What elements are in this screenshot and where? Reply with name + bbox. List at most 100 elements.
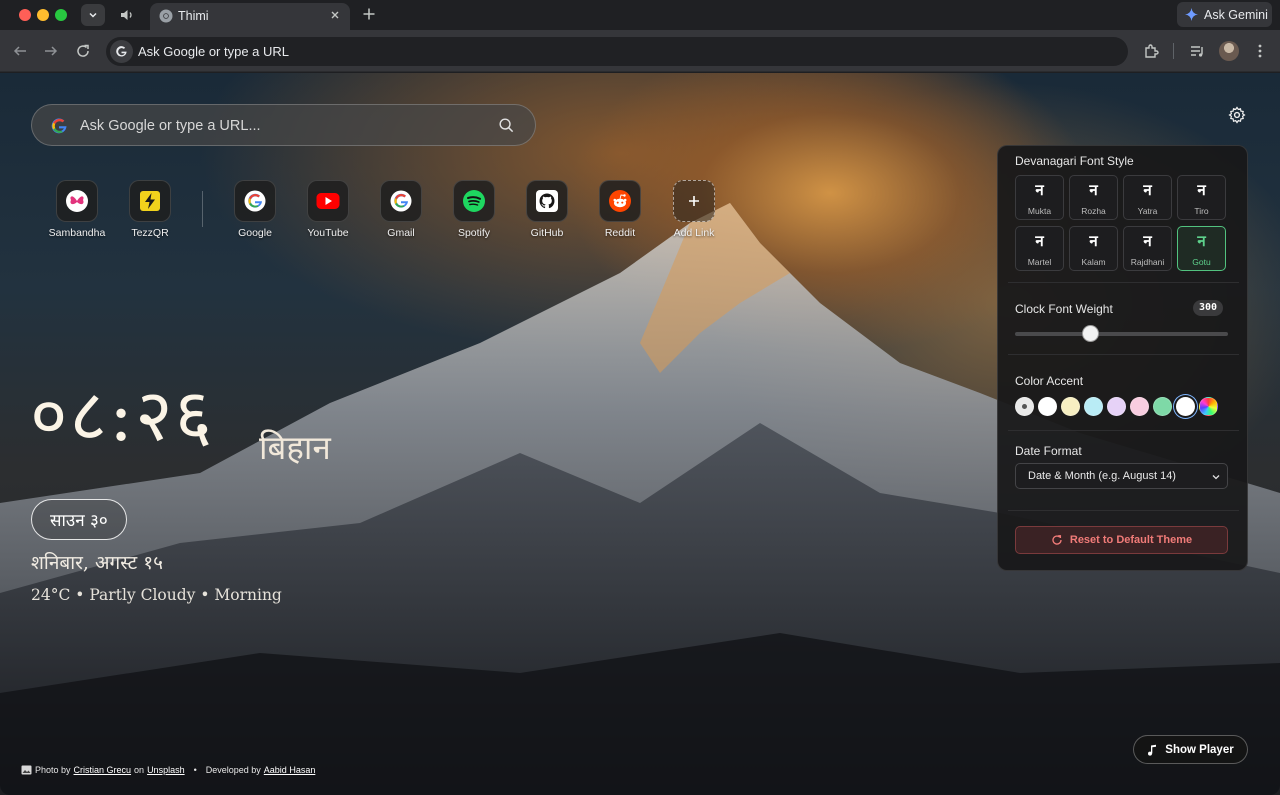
forward-arrow-icon[interactable] [42,42,60,60]
ask-gemini-button[interactable]: Ask Gemini [1177,2,1272,27]
weekday-date: शनिबार, अगस्ट १५ [31,552,163,574]
chevron-down-icon [89,12,97,18]
shortcut-tile [599,180,641,222]
font-name: Rajdhani [1130,257,1165,267]
shortcut-label: Spotify [457,227,491,239]
reset-theme-button[interactable]: Reset to Default Theme [1015,526,1228,554]
media-queue-icon[interactable] [1188,42,1206,60]
shortcut-tile [129,180,171,222]
date-format-heading: Date Format [1015,444,1082,458]
font-name: Tiro [1194,206,1209,216]
reset-theme-label: Reset to Default Theme [1069,534,1193,546]
developer-link[interactable]: Aabid Hasan [264,765,316,775]
font-option-tiro[interactable]: न Tiro [1177,175,1226,220]
more-menu-icon[interactable] [1251,42,1269,60]
google-g-icon [110,40,133,63]
shortcut-sambandha[interactable]: Sambandha [40,180,114,239]
font-option-yatra[interactable]: न Yatra [1123,175,1172,220]
shortcut-tile [56,180,98,222]
reload-icon[interactable] [74,42,92,60]
active-tab[interactable]: Thimi [150,3,350,30]
font-glyph: न [1197,232,1206,250]
accent-swatches [1015,397,1218,416]
font-glyph: न [1035,181,1044,199]
reddit-icon [609,190,631,212]
shortcut-tile [307,180,349,222]
shortcut-label: GitHub [530,227,564,239]
accent-swatch[interactable] [1061,397,1080,416]
accent-swatch[interactable] [1038,397,1057,416]
panel-divider [1008,510,1239,511]
github-icon [536,190,558,212]
extensions-puzzle-icon[interactable] [1142,42,1160,60]
clock-period: बिहान [259,428,331,467]
shortcut-label: Add Link [673,227,715,239]
add-link-tile [673,180,715,222]
font-option-martel[interactable]: न Martel [1015,226,1064,271]
date-format-value: Date & Month (e.g. August 14) [1028,470,1176,482]
panel-divider [1008,354,1239,355]
font-glyph: न [1143,232,1152,250]
font-option-rajdhani[interactable]: न Rajdhani [1123,226,1172,271]
accent-swatch[interactable] [1084,397,1103,416]
font-option-rozha[interactable]: न Rozha [1069,175,1118,220]
font-option-gotu[interactable]: न Gotu [1177,226,1226,271]
tab-strip: Thimi Ask Gemini [0,0,1280,30]
custom-color-swatch[interactable] [1199,397,1218,416]
accent-swatch[interactable] [1153,397,1172,416]
new-tab-icon[interactable] [360,5,378,23]
minimize-window-button[interactable] [37,9,49,21]
nepali-date-text: साउन ३० [50,511,108,531]
font-name: Martel [1027,257,1052,267]
shortcut-gmail[interactable]: Gmail [364,180,438,239]
close-window-button[interactable] [19,9,31,21]
selected-dot [1022,404,1027,409]
youtube-icon [316,193,340,209]
ntp-search-placeholder: Ask Google or type a URL... [80,118,261,134]
shortcut-tile [234,180,276,222]
accent-swatch[interactable] [1107,397,1126,416]
shortcut-github[interactable]: GitHub [510,180,584,239]
clock-weight-slider-thumb[interactable] [1081,325,1099,342]
ntp-search-box[interactable]: Ask Google or type a URL... [31,104,536,146]
maximize-window-button[interactable] [55,9,67,21]
show-player-button[interactable]: Show Player [1133,735,1248,764]
font-glyph: न [1035,232,1044,250]
gear-icon[interactable] [1228,106,1246,124]
new-tab-page: Ask Google or type a URL... Sambandha Te… [0,73,1280,795]
clock-weight-slider-track[interactable] [1015,332,1228,336]
gemini-sparkle-icon [1185,8,1198,21]
speaker-icon[interactable] [118,6,136,24]
close-tab-icon[interactable] [328,8,342,22]
date-format-select[interactable]: Date & Month (e.g. August 14) [1015,463,1228,489]
tab-search-button[interactable] [81,4,105,26]
font-option-mukta[interactable]: न Mukta [1015,175,1064,220]
butterfly-icon [66,190,88,212]
shortcut-youtube[interactable]: YouTube [291,180,365,239]
font-name: Rozha [1081,206,1106,216]
shortcut-tezzqr[interactable]: TezzQR [113,180,187,239]
address-bar[interactable]: Ask Google or type a URL [106,37,1128,66]
color-accent-heading: Color Accent [1015,374,1084,388]
back-arrow-icon[interactable] [11,42,29,60]
font-glyph: न [1089,181,1098,199]
panel-divider [1008,430,1239,431]
shortcut-spotify[interactable]: Spotify [437,180,511,239]
shortcut-tile [453,180,495,222]
font-style-grid: न Mukta न Rozha न Yatra न Tiro न Martel न Kala… [1015,175,1228,271]
shortcut-label: YouTube [307,227,349,239]
font-option-kalam[interactable]: न Kalam [1069,226,1118,271]
shortcut-google[interactable]: Google [218,180,292,239]
accent-swatch[interactable] [1015,397,1034,416]
search-icon[interactable] [498,117,515,134]
accent-swatch[interactable] [1130,397,1149,416]
shortcut-reddit[interactable]: Reddit [583,180,657,239]
photographer-link[interactable]: Cristian Grecu [74,765,132,775]
profile-avatar[interactable] [1219,41,1239,61]
font-glyph: न [1089,232,1098,250]
shortcut-label: TezzQR [131,227,169,239]
unsplash-link[interactable]: Unsplash [147,765,185,775]
shortcut-add-link[interactable]: Add Link [657,180,731,239]
accent-swatch[interactable] [1176,397,1195,416]
nepali-date-pill: साउन ३० [31,499,127,540]
